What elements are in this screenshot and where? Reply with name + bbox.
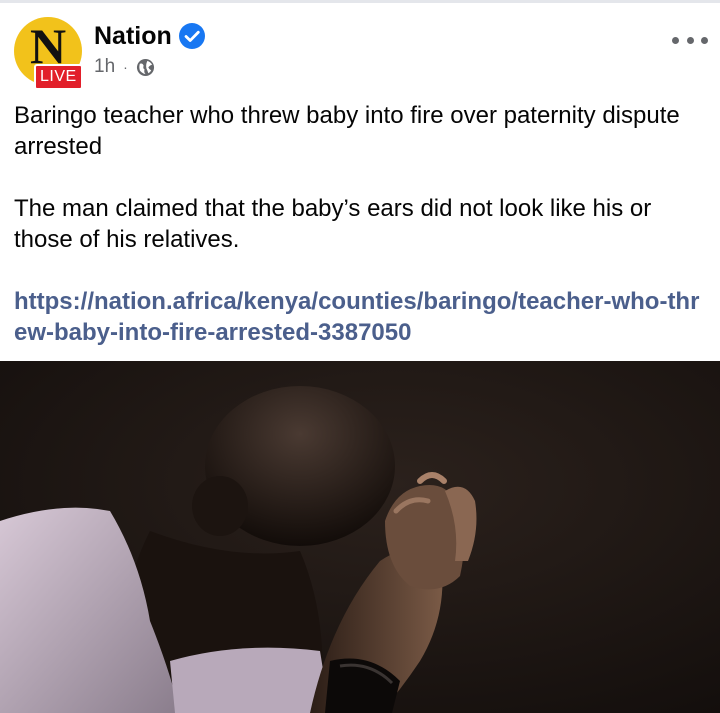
page-avatar[interactable]: N LIVE (14, 17, 83, 90)
more-dot (686, 36, 694, 44)
post-message: Baringo teacher who threw baby into fire… (14, 100, 709, 348)
post-header: N LIVE Nation 1h · (0, 3, 720, 90)
post-headline: Baringo teacher who threw baby into fire… (14, 102, 680, 160)
post-timestamp[interactable]: 1h (94, 56, 115, 78)
live-badge: LIVE (34, 64, 83, 90)
post-meta: 1h · (94, 55, 155, 79)
page-name-link[interactable]: Nation (94, 21, 172, 51)
post-body: The man claimed that the baby’s ears did… (14, 195, 652, 253)
article-link[interactable]: https://nation.africa/kenya/counties/bar… (14, 286, 709, 348)
post-photo[interactable] (0, 361, 720, 713)
verified-badge-icon (179, 23, 205, 49)
meta-separator: · (123, 59, 128, 75)
more-dot (672, 36, 679, 44)
more-dot (701, 36, 708, 44)
distressed-man-photo (0, 361, 720, 713)
globe-icon[interactable] (136, 58, 155, 77)
more-options-icon[interactable] (672, 30, 708, 50)
